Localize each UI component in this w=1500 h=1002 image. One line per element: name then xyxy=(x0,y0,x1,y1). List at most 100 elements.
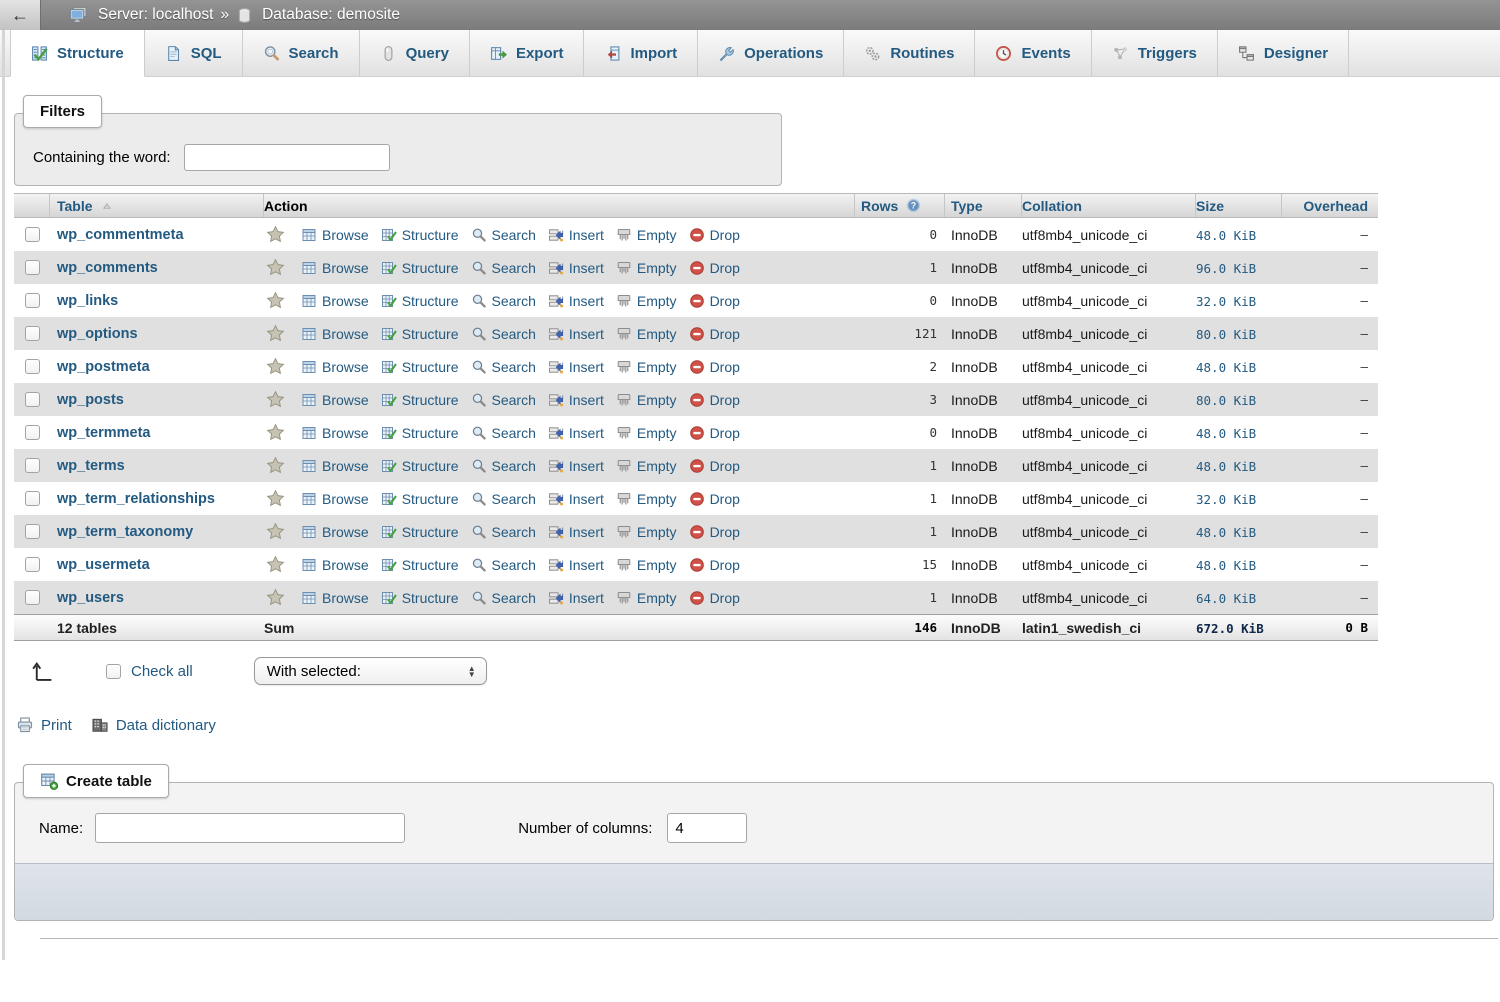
action-browse-link[interactable]: Browse xyxy=(301,260,369,276)
favorite-star-icon[interactable] xyxy=(266,291,285,310)
action-insert-link[interactable]: Insert xyxy=(548,524,604,540)
action-search-link[interactable]: Search xyxy=(471,491,536,507)
header-rows[interactable]: Rows xyxy=(855,194,945,217)
tab-import[interactable]: Import xyxy=(584,30,698,76)
tab-events[interactable]: Events xyxy=(975,30,1091,76)
table-name-link[interactable]: wp_term_taxonomy xyxy=(57,524,193,540)
breadcrumb-database-link[interactable]: Database: demosite xyxy=(262,6,400,24)
action-insert-link[interactable]: Insert xyxy=(548,293,604,309)
tab-query[interactable]: Query xyxy=(360,30,470,76)
action-structure-link[interactable]: Structure xyxy=(381,227,459,243)
table-name-link[interactable]: wp_commentmeta xyxy=(57,227,184,243)
table-name-link[interactable]: wp_comments xyxy=(57,260,158,276)
size-link[interactable]: 32.0 KiB xyxy=(1196,492,1256,507)
action-drop-link[interactable]: Drop xyxy=(689,590,740,606)
breadcrumb-server-link[interactable]: Server: localhost xyxy=(98,6,213,24)
row-checkbox[interactable] xyxy=(25,260,40,275)
row-checkbox[interactable] xyxy=(25,392,40,407)
action-insert-link[interactable]: Insert xyxy=(548,425,604,441)
action-insert-link[interactable]: Insert xyxy=(548,260,604,276)
action-drop-link[interactable]: Drop xyxy=(689,260,740,276)
favorite-star-icon[interactable] xyxy=(266,456,285,475)
action-browse-link[interactable]: Browse xyxy=(301,359,369,375)
action-drop-link[interactable]: Drop xyxy=(689,491,740,507)
action-insert-link[interactable]: Insert xyxy=(548,491,604,507)
action-insert-link[interactable]: Insert xyxy=(548,392,604,408)
action-structure-link[interactable]: Structure xyxy=(381,260,459,276)
action-search-link[interactable]: Search xyxy=(471,557,536,573)
tab-export[interactable]: Export xyxy=(470,30,585,76)
action-structure-link[interactable]: Structure xyxy=(381,590,459,606)
action-empty-link[interactable]: Empty xyxy=(616,326,677,342)
action-browse-link[interactable]: Browse xyxy=(301,524,369,540)
row-checkbox[interactable] xyxy=(25,557,40,572)
action-search-link[interactable]: Search xyxy=(471,458,536,474)
print-link[interactable]: Print xyxy=(16,716,72,734)
favorite-star-icon[interactable] xyxy=(266,489,285,508)
row-checkbox[interactable] xyxy=(25,524,40,539)
table-name-link[interactable]: wp_options xyxy=(57,326,138,342)
table-name-link[interactable]: wp_posts xyxy=(57,392,124,408)
row-checkbox[interactable] xyxy=(25,359,40,374)
create-table-columns-input[interactable] xyxy=(667,813,747,843)
tab-routines[interactable]: Routines xyxy=(844,30,975,76)
action-empty-link[interactable]: Empty xyxy=(616,557,677,573)
action-search-link[interactable]: Search xyxy=(471,524,536,540)
size-link[interactable]: 48.0 KiB xyxy=(1196,558,1256,573)
action-drop-link[interactable]: Drop xyxy=(689,326,740,342)
favorite-star-icon[interactable] xyxy=(266,258,285,277)
row-checkbox[interactable] xyxy=(25,425,40,440)
table-name-link[interactable]: wp_links xyxy=(57,293,118,309)
table-name-link[interactable]: wp_termmeta xyxy=(57,425,150,441)
action-browse-link[interactable]: Browse xyxy=(301,293,369,309)
action-structure-link[interactable]: Structure xyxy=(381,293,459,309)
action-empty-link[interactable]: Empty xyxy=(616,293,677,309)
size-link[interactable]: 48.0 KiB xyxy=(1196,459,1256,474)
action-drop-link[interactable]: Drop xyxy=(689,293,740,309)
action-insert-link[interactable]: Insert xyxy=(548,557,604,573)
action-search-link[interactable]: Search xyxy=(471,590,536,606)
action-drop-link[interactable]: Drop xyxy=(689,458,740,474)
table-name-link[interactable]: wp_usermeta xyxy=(57,557,150,573)
action-structure-link[interactable]: Structure xyxy=(381,326,459,342)
action-browse-link[interactable]: Browse xyxy=(301,491,369,507)
action-search-link[interactable]: Search xyxy=(471,425,536,441)
favorite-star-icon[interactable] xyxy=(266,357,285,376)
tab-designer[interactable]: Designer xyxy=(1218,30,1349,76)
favorite-star-icon[interactable] xyxy=(266,390,285,409)
header-table[interactable]: Table xyxy=(50,194,264,217)
favorite-star-icon[interactable] xyxy=(266,522,285,541)
action-structure-link[interactable]: Structure xyxy=(381,359,459,375)
action-insert-link[interactable]: Insert xyxy=(548,458,604,474)
size-link[interactable]: 80.0 KiB xyxy=(1196,327,1256,342)
action-structure-link[interactable]: Structure xyxy=(381,557,459,573)
favorite-star-icon[interactable] xyxy=(266,423,285,442)
back-button[interactable]: ← xyxy=(0,0,41,30)
action-structure-link[interactable]: Structure xyxy=(381,524,459,540)
size-link[interactable]: 48.0 KiB xyxy=(1196,525,1256,540)
action-drop-link[interactable]: Drop xyxy=(689,227,740,243)
table-name-link[interactable]: wp_term_relationships xyxy=(57,491,215,507)
action-search-link[interactable]: Search xyxy=(471,326,536,342)
action-empty-link[interactable]: Empty xyxy=(616,491,677,507)
favorite-star-icon[interactable] xyxy=(266,588,285,607)
action-structure-link[interactable]: Structure xyxy=(381,491,459,507)
table-name-link[interactable]: wp_postmeta xyxy=(57,359,150,375)
action-drop-link[interactable]: Drop xyxy=(689,524,740,540)
action-empty-link[interactable]: Empty xyxy=(616,524,677,540)
action-browse-link[interactable]: Browse xyxy=(301,458,369,474)
header-overhead[interactable]: Overhead xyxy=(1282,194,1378,217)
action-empty-link[interactable]: Empty xyxy=(616,425,677,441)
action-browse-link[interactable]: Browse xyxy=(301,590,369,606)
header-collation[interactable]: Collation xyxy=(1022,194,1196,217)
size-link[interactable]: 48.0 KiB xyxy=(1196,426,1256,441)
row-checkbox[interactable] xyxy=(25,590,40,605)
create-table-name-input[interactable] xyxy=(95,813,405,843)
with-selected-select[interactable]: With selected: ▲▼ xyxy=(254,657,487,685)
size-link[interactable]: 64.0 KiB xyxy=(1196,591,1256,606)
tab-structure[interactable]: Structure xyxy=(10,30,145,77)
favorite-star-icon[interactable] xyxy=(266,225,285,244)
action-structure-link[interactable]: Structure xyxy=(381,392,459,408)
action-drop-link[interactable]: Drop xyxy=(689,359,740,375)
row-checkbox[interactable] xyxy=(25,458,40,473)
